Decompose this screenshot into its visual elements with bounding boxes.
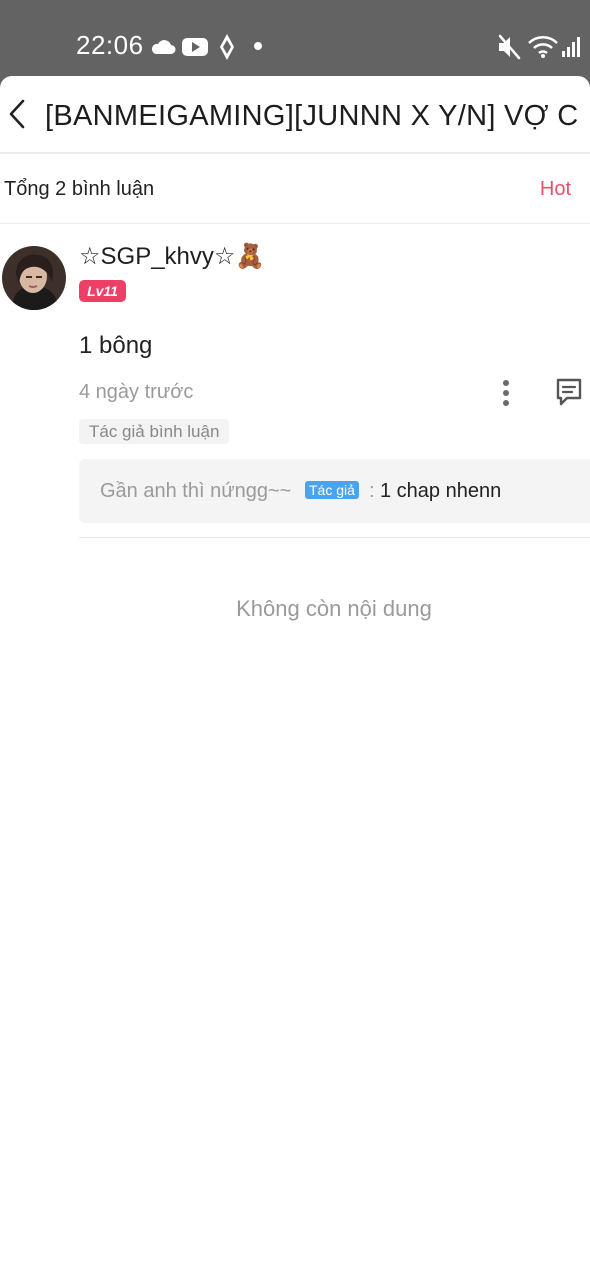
comment-icon [556, 378, 582, 406]
header: [BANMEIGAMING][JUNNN X Y/N] VỢ C [0, 76, 590, 154]
comments-sheet: [BANMEIGAMING][JUNNN X Y/N] VỢ C Tổng 2 … [0, 76, 590, 1280]
youtube-icon [182, 38, 208, 56]
comment-username[interactable]: ☆SGP_khvy☆🧸 [79, 242, 265, 271]
reply-username: Gần anh thì nứngg~~ [100, 480, 292, 502]
comment-text: 1 bông [79, 332, 153, 359]
reply-separator: : [369, 480, 375, 502]
more-options-button[interactable] [494, 376, 518, 410]
more-vertical-icon [503, 380, 509, 406]
back-button[interactable] [2, 96, 32, 132]
signal-icon [562, 37, 580, 57]
chevron-left-icon [9, 99, 25, 129]
divider [79, 537, 590, 538]
reply-text: 1 chap nhenn [380, 480, 502, 502]
author-comment-tag: Tác giả bình luận [79, 419, 230, 444]
end-of-list-message: Không còn nội dung [236, 596, 432, 621]
level-badge: Lv11 [79, 280, 126, 302]
author-badge: Tác giả [305, 481, 359, 499]
page-title: [BANMEIGAMING][JUNNN X Y/N] VỢ C [45, 100, 579, 132]
dot-icon [254, 42, 262, 50]
avatar[interactable] [2, 246, 66, 310]
wifi-icon [528, 36, 558, 58]
avatar-image [2, 246, 66, 310]
mute-icon [498, 34, 521, 60]
comments-count-bar: Tổng 2 bình luận Hot [0, 154, 590, 224]
comment-time: 4 ngày trước [79, 381, 194, 403]
reply-preview[interactable]: Gần anh thì nứngg~~ Tác giả : 1 chap nhe… [79, 459, 590, 523]
reply-button[interactable] [554, 376, 584, 408]
comments-count-label: Tổng 2 bình luận [4, 178, 155, 200]
sort-hot-button[interactable]: Hot [540, 178, 571, 201]
cloud-icon [151, 40, 176, 54]
app-icon [220, 34, 234, 60]
status-time: 22:06 [76, 30, 144, 60]
